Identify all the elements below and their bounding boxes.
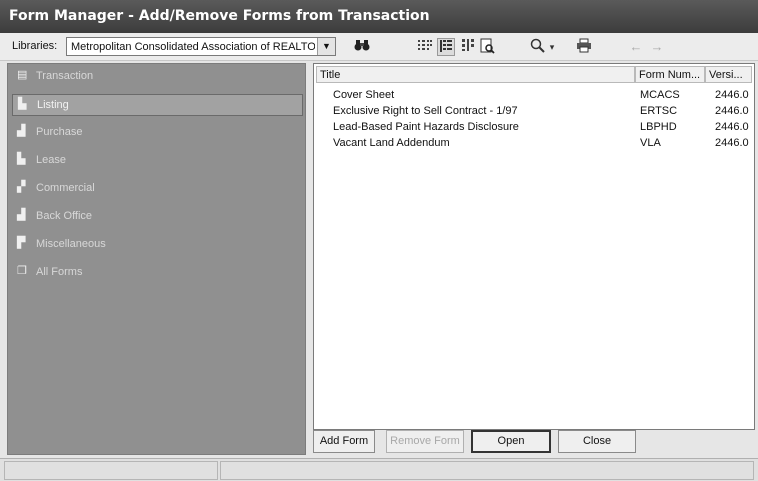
remove-form-button[interactable]: Remove Form [386, 430, 464, 453]
sidebar-item-transaction[interactable]: ▤ Transaction [12, 66, 303, 88]
form-title: Exclusive Right to Sell Contract - 1/97 [333, 105, 518, 117]
sidebar-item-all-forms[interactable]: ❐ All Forms [12, 262, 303, 284]
libraries-label: Libraries: [12, 40, 58, 52]
close-button[interactable]: Close [558, 430, 636, 453]
table-row[interactable]: Vacant Land Addendum VLA 2446.0 [314, 137, 754, 152]
window-title-bar: Form Manager - Add/Remove Forms from Tra… [0, 0, 758, 33]
form-number: ERTSC [640, 105, 678, 117]
sidebar-item-label: Purchase [36, 126, 83, 138]
form-number: MCACS [640, 89, 680, 101]
transaction-icon: ▤ [17, 69, 28, 81]
back-arrow-icon[interactable]: ← [627, 38, 645, 56]
print-icon[interactable] [575, 38, 593, 56]
form-number: LBPHD [640, 121, 677, 133]
form-version: 2446.0 [715, 105, 749, 117]
table-row[interactable]: Exclusive Right to Sell Contract - 1/97 … [314, 105, 754, 120]
miscellaneous-icon: ▛ [17, 237, 26, 249]
forward-arrow-icon[interactable]: → [648, 38, 666, 56]
form-version: 2446.0 [715, 121, 749, 133]
status-pane-left [4, 461, 218, 480]
commercial-icon: ▞ [17, 181, 26, 193]
column-header-version[interactable]: Versi... [705, 66, 752, 83]
form-version: 2446.0 [715, 89, 749, 101]
sidebar-item-label: All Forms [36, 266, 83, 278]
add-form-button[interactable]: Add Form [313, 430, 375, 453]
details-view-icon[interactable] [437, 38, 455, 56]
sidebar-item-commercial[interactable]: ▞ Commercial [12, 178, 303, 200]
column-header-title[interactable]: Title [316, 66, 635, 83]
list-view-icon[interactable] [416, 38, 434, 56]
back-office-icon: ▟ [17, 209, 26, 221]
form-title: Lead-Based Paint Hazards Disclosure [333, 121, 519, 133]
table-row[interactable]: Cover Sheet MCACS 2446.0 [314, 89, 754, 104]
sidebar-item-label: Transaction [36, 70, 94, 82]
form-number: VLA [640, 137, 661, 149]
button-bar: Add Form Remove Form Open Close [313, 430, 755, 455]
chevron-down-icon[interactable]: ▼ [317, 38, 335, 55]
binoculars-icon[interactable] [353, 38, 371, 56]
table-row[interactable]: Lead-Based Paint Hazards Disclosure LBPH… [314, 121, 754, 136]
sidebar-item-label: Lease [36, 154, 66, 166]
all-forms-icon: ❐ [17, 265, 27, 277]
form-version: 2446.0 [715, 137, 749, 149]
column-header-form-number[interactable]: Form Num... [635, 66, 705, 83]
sidebar-item-lease[interactable]: ▙ Lease [12, 150, 303, 172]
status-bar [0, 458, 758, 481]
forms-library-sidebar: ▤ Transaction ▙ Listing ▟ Purchase ▙ Lea… [7, 63, 306, 455]
sidebar-item-label: Commercial [36, 182, 95, 194]
lease-icon: ▙ [17, 153, 26, 165]
purchase-icon: ▟ [17, 125, 26, 137]
sidebar-item-label: Miscellaneous [36, 238, 106, 250]
status-pane-right [220, 461, 754, 480]
preview-icon[interactable] [478, 38, 496, 56]
zoom-dropdown-icon[interactable]: ▾ [547, 38, 557, 56]
libraries-dropdown[interactable]: Metropolitan Consolidated Association of… [66, 37, 336, 56]
sidebar-item-back-office[interactable]: ▟ Back Office [12, 206, 303, 228]
sidebar-item-label: Listing [37, 99, 69, 111]
open-button[interactable]: Open [471, 430, 551, 453]
thumbnail-view-icon[interactable] [459, 38, 477, 56]
sidebar-item-label: Back Office [36, 210, 93, 222]
toolbar: Libraries: Metropolitan Consolidated Ass… [0, 33, 758, 61]
libraries-dropdown-value: Metropolitan Consolidated Association of… [71, 41, 315, 53]
sidebar-item-miscellaneous[interactable]: ▛ Miscellaneous [12, 234, 303, 256]
sidebar-item-purchase[interactable]: ▟ Purchase [12, 122, 303, 144]
window-title: Form Manager - Add/Remove Forms from Tra… [9, 8, 430, 24]
form-title: Cover Sheet [333, 89, 395, 101]
listing-icon: ▙ [18, 98, 27, 110]
sidebar-item-listing[interactable]: ▙ Listing [12, 94, 303, 116]
zoom-icon[interactable] [529, 38, 547, 56]
forms-list: Title Form Num... Versi... Cover Sheet M… [313, 63, 755, 430]
form-title: Vacant Land Addendum [333, 137, 450, 149]
